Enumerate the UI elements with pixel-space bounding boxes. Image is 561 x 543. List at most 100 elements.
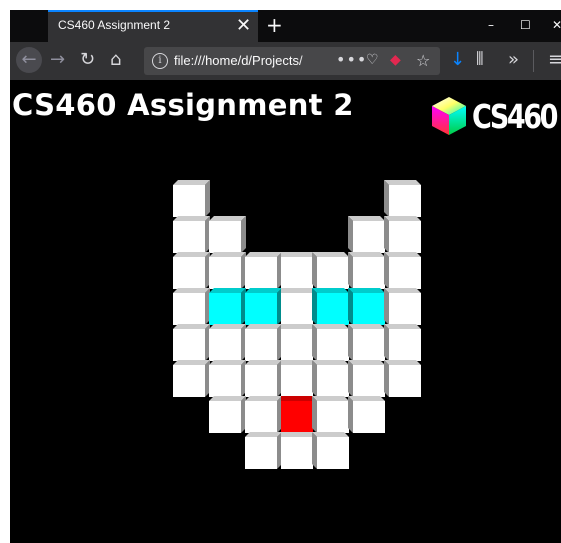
cube-top-face — [209, 252, 246, 257]
new-tab-icon[interactable]: + — [266, 13, 283, 37]
url-fade — [299, 49, 319, 73]
cube-white-r6-c2 — [245, 396, 282, 433]
cube-white-r3-c6 — [384, 288, 421, 325]
cube-top-face — [245, 252, 282, 257]
cube-white-r5-c0 — [173, 360, 210, 397]
cube-white-r1-c1 — [209, 216, 246, 253]
cube-side-face — [384, 360, 389, 397]
maximize-icon[interactable]: ☐ — [520, 18, 531, 32]
cube-front-face — [353, 257, 385, 289]
cube-top-face — [173, 360, 210, 365]
cube-side-face — [205, 180, 210, 217]
cube-top-face — [245, 396, 282, 401]
cube-white-r5-c5 — [348, 360, 385, 397]
cube-white-r2-c5 — [348, 252, 385, 289]
forward-icon[interactable]: → — [50, 50, 65, 70]
cube-front-face — [281, 329, 313, 361]
info-icon[interactable]: i — [152, 53, 168, 69]
cube-front-face — [353, 401, 385, 433]
close-window-icon[interactable]: ✕ — [552, 18, 561, 32]
cube-top-face — [173, 288, 210, 293]
cube-top-face — [312, 360, 349, 365]
cube-white-r6-c4 — [312, 396, 349, 433]
cube-top-face — [173, 180, 210, 185]
cube-front-face — [389, 365, 421, 397]
minimize-icon[interactable]: – — [488, 18, 494, 32]
cube-top-face — [348, 288, 385, 293]
cube-front-face — [173, 185, 205, 217]
cube-side-face — [348, 216, 353, 253]
cube-top-face — [312, 252, 349, 257]
cube-front-face — [173, 293, 205, 325]
cube-front-face — [173, 365, 205, 397]
back-icon[interactable]: ← — [16, 47, 42, 73]
browser-tab[interactable]: CS460 Assignment 2 ✕ — [48, 10, 258, 42]
cube-white-r2-c4 — [312, 252, 349, 289]
cube-top-face — [245, 360, 282, 365]
library-icon[interactable]: ⫴ — [476, 50, 484, 70]
url-bar[interactable]: i file:///home/d/Projects/ ••• ♡ ◆ ☆ — [144, 47, 440, 75]
cube-white-r2-c2 — [245, 252, 282, 289]
cube-side-face — [312, 252, 317, 289]
cube-front-face — [389, 185, 421, 217]
cube-white-r7-c2 — [245, 432, 282, 469]
close-tab-icon[interactable]: ✕ — [236, 15, 251, 36]
cube-side-face — [384, 324, 389, 361]
page-actions-icon[interactable]: ••• — [336, 50, 367, 69]
cube-front-face — [317, 293, 349, 325]
cube-front-face — [281, 365, 313, 397]
cube-cyan-r3-c4 — [312, 288, 349, 325]
cube-top-face — [209, 324, 246, 329]
cube-front-face — [353, 329, 385, 361]
cube-white-r4-c3 — [281, 324, 313, 361]
pocket-icon[interactable]: ♡ — [366, 52, 379, 68]
cube-white-r2-c3 — [281, 252, 313, 289]
cube-white-r5-c4 — [312, 360, 349, 397]
cube-front-face — [389, 257, 421, 289]
cube-white-r3-c3 — [281, 288, 313, 325]
cube-canvas[interactable] — [10, 80, 561, 543]
cube-top-face — [281, 288, 313, 293]
cube-side-face — [384, 288, 389, 325]
cube-top-face — [348, 216, 385, 221]
cube-top-face — [384, 216, 421, 221]
cube-top-face — [348, 396, 385, 401]
cube-top-face — [281, 252, 313, 257]
cube-front-face — [245, 437, 277, 469]
cube-front-face — [245, 293, 277, 325]
cube-side-face — [312, 396, 317, 433]
cube-white-r6-c5 — [348, 396, 385, 433]
cube-side-face — [348, 288, 353, 325]
reload-icon[interactable]: ↻ — [80, 50, 95, 70]
cube-front-face — [353, 293, 385, 325]
cube-top-face — [245, 288, 282, 293]
cube-front-face — [281, 293, 313, 325]
cube-white-r4-c5 — [348, 324, 385, 361]
home-icon[interactable]: ⌂ — [110, 50, 121, 70]
cube-white-r7-c4 — [312, 432, 349, 469]
cube-top-face — [312, 288, 349, 293]
page-title: CS460 Assignment 2 — [12, 88, 354, 122]
cube-top-face — [312, 432, 349, 437]
tracking-protection-icon[interactable]: ◆ — [390, 52, 401, 68]
cube-side-face — [312, 432, 317, 469]
cube-top-face — [173, 216, 210, 221]
cube-white-r0-c6 — [384, 180, 421, 217]
cube-top-face — [173, 252, 210, 257]
cube-front-face — [209, 293, 241, 325]
cube-top-face — [384, 180, 421, 185]
cube-front-face — [173, 329, 205, 361]
cube-front-face — [317, 365, 349, 397]
cube-red-r6-c3 — [281, 396, 313, 433]
cube-white-r0-c0 — [173, 180, 210, 217]
hamburger-menu-icon[interactable]: ≡ — [548, 50, 561, 70]
cube-side-face — [348, 396, 353, 433]
cube-front-face — [317, 401, 349, 433]
cube-white-r4-c4 — [312, 324, 349, 361]
download-icon[interactable]: ↓ — [450, 50, 465, 70]
cube-front-face — [389, 329, 421, 361]
cube-white-r2-c0 — [173, 252, 210, 289]
overflow-menu-icon[interactable]: » — [508, 50, 519, 70]
bookmark-star-icon[interactable]: ☆ — [416, 51, 430, 70]
url-text[interactable]: file:///home/d/Projects/ — [174, 53, 316, 68]
